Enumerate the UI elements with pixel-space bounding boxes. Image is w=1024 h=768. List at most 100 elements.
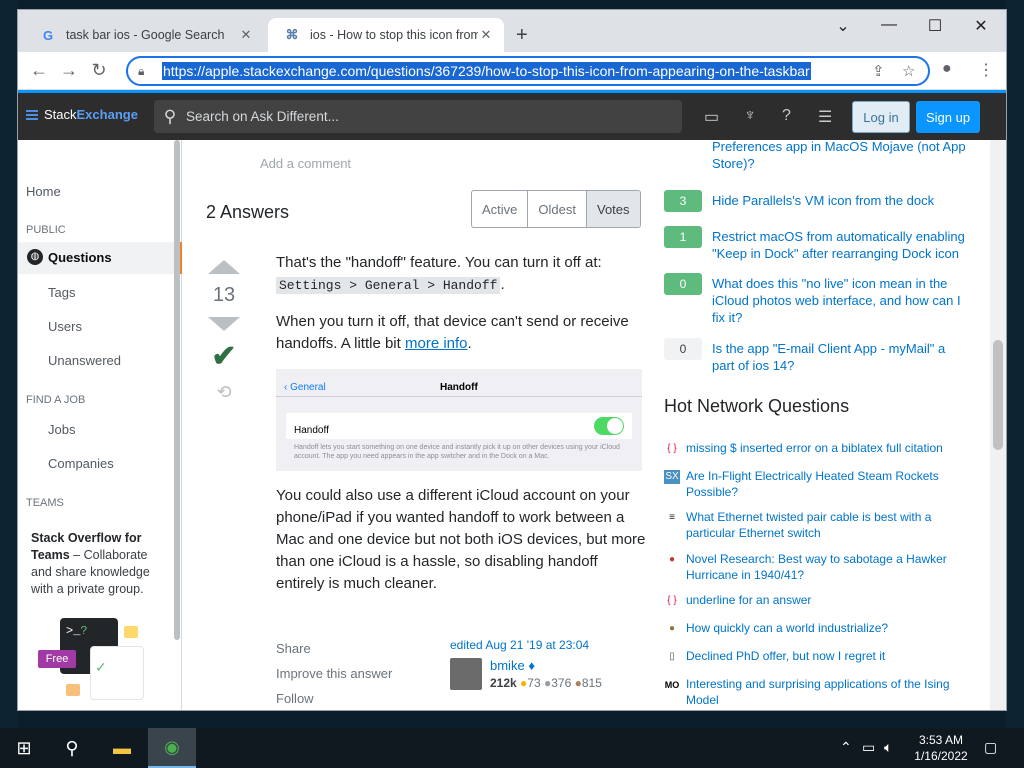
address-bar[interactable]: 🔒︎ https://apple.stackexchange.com/quest…: [126, 56, 930, 86]
profile-icon[interactable]: ●: [942, 60, 952, 78]
hnq-link[interactable]: Declined PhD offer, but now I regret it: [686, 648, 966, 664]
related-question-link[interactable]: Preferences app in MacOS Mojave (not App…: [712, 140, 968, 172]
hnq-link[interactable]: Interesting and surprising applications …: [686, 676, 966, 708]
nav-unanswered[interactable]: Unanswered: [48, 353, 121, 368]
nav-tags[interactable]: Tags: [48, 285, 75, 300]
checklist-illustration: ✓: [90, 646, 144, 700]
command-icon: ⌘: [285, 27, 299, 42]
nav-section-teams: TEAMS: [26, 497, 64, 509]
free-badge: Free: [38, 650, 76, 668]
inbox-icon[interactable]: ▭: [704, 107, 719, 127]
close-window-icon[interactable]: ✕: [958, 16, 1004, 36]
follow-link[interactable]: Follow: [276, 686, 392, 710]
related-question-link[interactable]: Restrict macOS from automatically enabli…: [712, 228, 968, 262]
signup-button[interactable]: Sign up: [916, 101, 980, 133]
upvote-icon[interactable]: [208, 260, 240, 274]
sort-votes-button[interactable]: Votes: [586, 191, 640, 227]
nav-jobs[interactable]: Jobs: [48, 422, 75, 437]
lock-icon[interactable]: 🔒︎: [128, 64, 152, 79]
nav-section-find-job: FIND A JOB: [26, 394, 86, 406]
minimize-icon[interactable]: —: [866, 16, 912, 34]
ios-row-label: Handoff: [294, 425, 329, 436]
close-tab-icon[interactable]: ✕: [478, 27, 494, 43]
notification-icon[interactable]: ▢: [984, 739, 997, 756]
volume-muted-icon[interactable]: 🔈︎: [884, 739, 892, 756]
windows-start-icon[interactable]: ⊞: [0, 728, 48, 768]
handoff-screenshot[interactable]: ‹ General Handoff Handoff Handoff lets y…: [276, 369, 642, 471]
tab-stackexchange[interactable]: ⌘ ios - How to stop this icon from a ✕: [268, 18, 504, 52]
hnq-link[interactable]: underline for an answer: [686, 592, 966, 608]
related-score: 0: [664, 273, 702, 295]
related-question-link[interactable]: Hide Parallels's VM icon from the dock: [712, 192, 968, 209]
bookmark-star-icon[interactable]: ☆: [902, 62, 915, 80]
more-info-link[interactable]: more info: [405, 335, 468, 352]
share-icon[interactable]: ⇪: [872, 62, 885, 80]
nav-users[interactable]: Users: [48, 319, 82, 334]
avatar[interactable]: [450, 658, 482, 690]
history-icon[interactable]: ⟲: [206, 382, 242, 403]
url-text[interactable]: https://apple.stackexchange.com/question…: [162, 62, 811, 80]
edited-link[interactable]: edited Aug 21 '19 at 23:04: [450, 638, 640, 652]
search-icon[interactable]: ⚲: [48, 728, 96, 768]
menu-kebab-icon[interactable]: ⋮: [978, 60, 994, 80]
hnq-link[interactable]: Novel Research: Best way to sabotage a H…: [686, 551, 966, 583]
nav-questions-label: Questions: [48, 250, 112, 265]
chrome-icon[interactable]: ◉: [148, 728, 196, 768]
sort-active-button[interactable]: Active: [472, 191, 529, 227]
user-name-link[interactable]: bmike ♦: [490, 658, 535, 673]
hnq-link[interactable]: How quickly can a world industrialize?: [686, 620, 966, 636]
hnq-link[interactable]: What Ethernet twisted pair cable is best…: [686, 509, 966, 541]
chat-bubble-icon: [66, 684, 80, 696]
reload-icon[interactable]: ↻: [84, 60, 114, 81]
academia-site-icon: ▯: [669, 651, 675, 662]
downvote-icon[interactable]: [208, 317, 240, 331]
bronze-count: 815: [581, 676, 602, 690]
tab-search-icon[interactable]: ⌄: [820, 16, 866, 36]
related-question-link[interactable]: Is the app "E-mail Client App - myMail" …: [712, 340, 968, 374]
page-scrollbar-thumb[interactable]: [993, 340, 1003, 450]
vote-cell: 13 ✔ ⟲: [206, 260, 242, 403]
related-question-link[interactable]: What does this "no live" icon mean in th…: [712, 275, 968, 326]
back-icon[interactable]: ←: [24, 60, 54, 81]
page-scrollbar[interactable]: [990, 140, 1006, 710]
site-search-input[interactable]: ⚲ Search on Ask Different...: [154, 100, 682, 133]
google-icon: G: [42, 27, 54, 43]
add-comment-link[interactable]: Add a comment: [260, 156, 351, 171]
help-icon[interactable]: ?: [782, 107, 791, 125]
site-switcher-icon[interactable]: ☰: [818, 107, 832, 127]
hnq-link[interactable]: Are In-Flight Electrically Heated Steam …: [686, 468, 966, 500]
networking-site-icon: ≡: [669, 512, 675, 523]
hnq-link[interactable]: missing $ inserted error on a biblatex f…: [686, 440, 966, 456]
tab-google-search[interactable]: G task bar ios - Google Search ✕: [24, 18, 264, 52]
left-nav-scrollbar[interactable]: [174, 140, 180, 640]
taskbar-clock[interactable]: 3:53 AM 1/16/2022: [906, 732, 976, 764]
trophy-icon[interactable]: ♆: [744, 107, 756, 125]
tab-title: task bar ios - Google Search: [66, 28, 225, 42]
stackexchange-header: Stack Exchange ⚲ Search on Ask Different.…: [18, 90, 1006, 140]
improve-answer-link[interactable]: Improve this answer: [276, 661, 392, 686]
windows-taskbar: ⊞ ⚲ ▬ ◉ ⌃ ▭ 🔈︎ 3:53 AM 1/16/2022 ▢: [0, 728, 1024, 768]
file-explorer-icon[interactable]: ▬: [98, 728, 146, 768]
browser-toolbar: ← → ↻ 🔒︎ https://apple.stackexchange.com…: [18, 52, 1006, 90]
forward-icon[interactable]: →: [54, 60, 84, 81]
login-button[interactable]: Log in: [852, 101, 910, 133]
nav-home[interactable]: Home: [26, 184, 61, 199]
search-icon: ⚲: [163, 106, 177, 126]
answer-paragraph: You could also use a different iCloud ac…: [276, 487, 646, 592]
ios-nav-bar: ‹ General Handoff: [276, 369, 642, 397]
silver-count: 376: [551, 676, 572, 690]
stackexchange-logo[interactable]: Stack Exchange: [26, 107, 138, 122]
maximize-icon[interactable]: ☐: [912, 16, 958, 36]
settings-path-code: Settings > General > Handoff: [276, 277, 501, 294]
related-score: 3: [664, 190, 702, 212]
answer-paragraph: When you turn it off, that device can't …: [276, 313, 629, 352]
share-link[interactable]: Share: [276, 636, 392, 661]
close-tab-icon[interactable]: ✕: [238, 27, 254, 43]
new-tab-icon[interactable]: +: [516, 24, 528, 47]
nav-companies[interactable]: Companies: [48, 456, 114, 471]
nav-questions[interactable]: ◍ Questions: [18, 242, 182, 274]
toggle-switch-icon: [594, 417, 624, 435]
network-icon[interactable]: ▭: [862, 739, 875, 756]
sort-oldest-button[interactable]: Oldest: [528, 191, 587, 227]
tray-chevron-up-icon[interactable]: ⌃: [840, 739, 852, 756]
